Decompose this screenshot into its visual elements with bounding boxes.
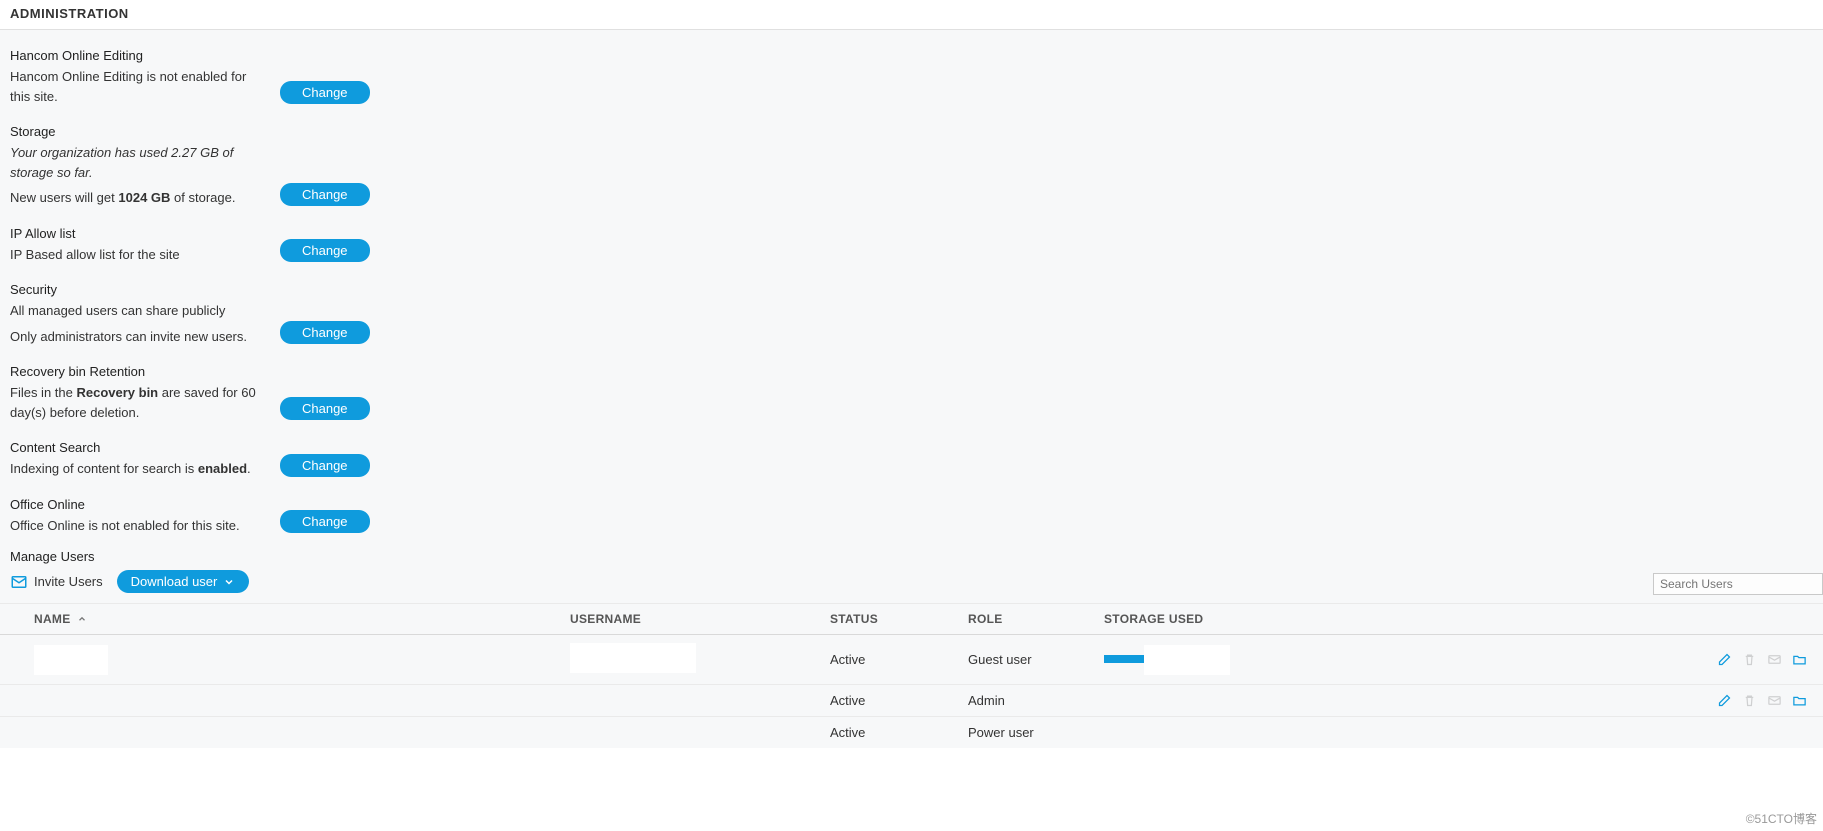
folder-icon[interactable] [1792, 652, 1807, 667]
change-contentsearch-button[interactable]: Change [280, 454, 370, 477]
edit-icon[interactable] [1717, 652, 1732, 667]
setting-contentsearch-desc-prefix: Indexing of content for search is [10, 461, 198, 476]
setting-storage-desc2-value: 1024 GB [118, 190, 170, 205]
setting-recovery-desc-prefix: Files in the [10, 385, 76, 400]
setting-contentsearch-desc: Indexing of content for search is enable… [10, 459, 268, 479]
mail-small-icon [1767, 652, 1782, 667]
chevron-down-icon [223, 576, 235, 588]
col-header-name[interactable]: NAME [10, 612, 570, 626]
setting-ipallow-title: IP Allow list [10, 226, 268, 241]
cell-role: Power user [968, 725, 1104, 740]
setting-hancom: Hancom Online Editing Hancom Online Edit… [0, 34, 1823, 110]
setting-storage: Storage Your organization has used 2.27 … [0, 110, 1823, 212]
setting-recovery-title: Recovery bin Retention [10, 364, 268, 379]
col-header-username[interactable]: USERNAME [570, 612, 830, 626]
setting-contentsearch-desc-bold: enabled [198, 461, 247, 476]
setting-security-desc1: All managed users can share publicly [10, 301, 268, 321]
manage-users-title: Manage Users [0, 549, 1823, 564]
mail-icon [10, 573, 28, 591]
change-recovery-button[interactable]: Change [280, 397, 370, 420]
setting-security: Security All managed users can share pub… [0, 268, 1823, 350]
invite-users-label: Invite Users [34, 574, 103, 589]
setting-contentsearch: Content Search Indexing of content for s… [0, 426, 1823, 483]
download-user-button[interactable]: Download user [117, 570, 250, 593]
page-title: ADMINISTRATION [10, 6, 1813, 21]
col-header-status[interactable]: STATUS [830, 612, 968, 626]
sort-asc-icon [77, 614, 87, 624]
setting-contentsearch-title: Content Search [10, 440, 268, 455]
setting-security-desc2: Only administrators can invite new users… [10, 327, 268, 347]
mail-small-icon [1767, 693, 1782, 708]
cell-role: Admin [968, 693, 1104, 708]
folder-icon[interactable] [1792, 693, 1807, 708]
change-security-button[interactable]: Change [280, 321, 370, 344]
invite-users-link[interactable]: Invite Users [10, 573, 103, 591]
download-user-label: Download user [131, 574, 218, 589]
edit-icon[interactable] [1717, 693, 1732, 708]
storage-redacted [1144, 645, 1230, 675]
table-row[interactable]: Active Power user [0, 717, 1823, 748]
setting-storage-desc2-prefix: New users will get [10, 190, 118, 205]
users-table: NAME USERNAME STATUS ROLE STORAGE USED A… [0, 603, 1823, 748]
setting-storage-desc1: Your organization has used 2.27 GB of st… [10, 143, 268, 182]
setting-officeonline-title: Office Online [10, 497, 268, 512]
setting-ipallow: IP Allow list IP Based allow list for th… [0, 212, 1823, 269]
users-table-header: NAME USERNAME STATUS ROLE STORAGE USED [0, 603, 1823, 635]
cell-status: Active [830, 725, 968, 740]
setting-recovery: Recovery bin Retention Files in the Reco… [0, 350, 1823, 426]
trash-icon [1742, 652, 1757, 667]
username-redacted [570, 643, 696, 673]
col-header-storage[interactable]: STORAGE USED [1104, 612, 1234, 626]
setting-recovery-desc-bold: Recovery bin [76, 385, 158, 400]
setting-security-title: Security [10, 282, 268, 297]
cell-status: Active [830, 693, 968, 708]
setting-storage-desc1-value: 2.27 GB [171, 145, 219, 160]
cell-role: Guest user [968, 652, 1104, 667]
table-row[interactable]: Active Admin [0, 685, 1823, 717]
storage-bar [1104, 655, 1144, 663]
col-header-role[interactable]: ROLE [968, 612, 1104, 626]
setting-contentsearch-desc-suffix: . [247, 461, 251, 476]
col-header-name-label: NAME [34, 612, 71, 626]
trash-icon [1742, 693, 1757, 708]
setting-officeonline-desc: Office Online is not enabled for this si… [10, 516, 268, 536]
setting-officeonline: Office Online Office Online is not enabl… [0, 483, 1823, 540]
change-ipallow-button[interactable]: Change [280, 239, 370, 262]
setting-hancom-desc: Hancom Online Editing is not enabled for… [10, 67, 268, 106]
setting-storage-title: Storage [10, 124, 268, 139]
setting-storage-desc1-prefix: Your organization has used [10, 145, 171, 160]
cell-status: Active [830, 652, 968, 667]
setting-hancom-title: Hancom Online Editing [10, 48, 268, 63]
watermark: ©51CTO博客 [1746, 810, 1817, 827]
change-hancom-button[interactable]: Change [280, 81, 370, 104]
setting-storage-desc2-suffix: of storage. [170, 190, 235, 205]
change-storage-button[interactable]: Change [280, 183, 370, 206]
search-users-input[interactable] [1653, 573, 1823, 595]
setting-storage-desc2: New users will get 1024 GB of storage. [10, 188, 268, 208]
name-redacted [34, 645, 108, 675]
setting-ipallow-desc: IP Based allow list for the site [10, 245, 268, 265]
setting-recovery-desc: Files in the Recovery bin are saved for … [10, 383, 268, 422]
table-row[interactable]: Active Guest user [0, 635, 1823, 685]
change-officeonline-button[interactable]: Change [280, 510, 370, 533]
